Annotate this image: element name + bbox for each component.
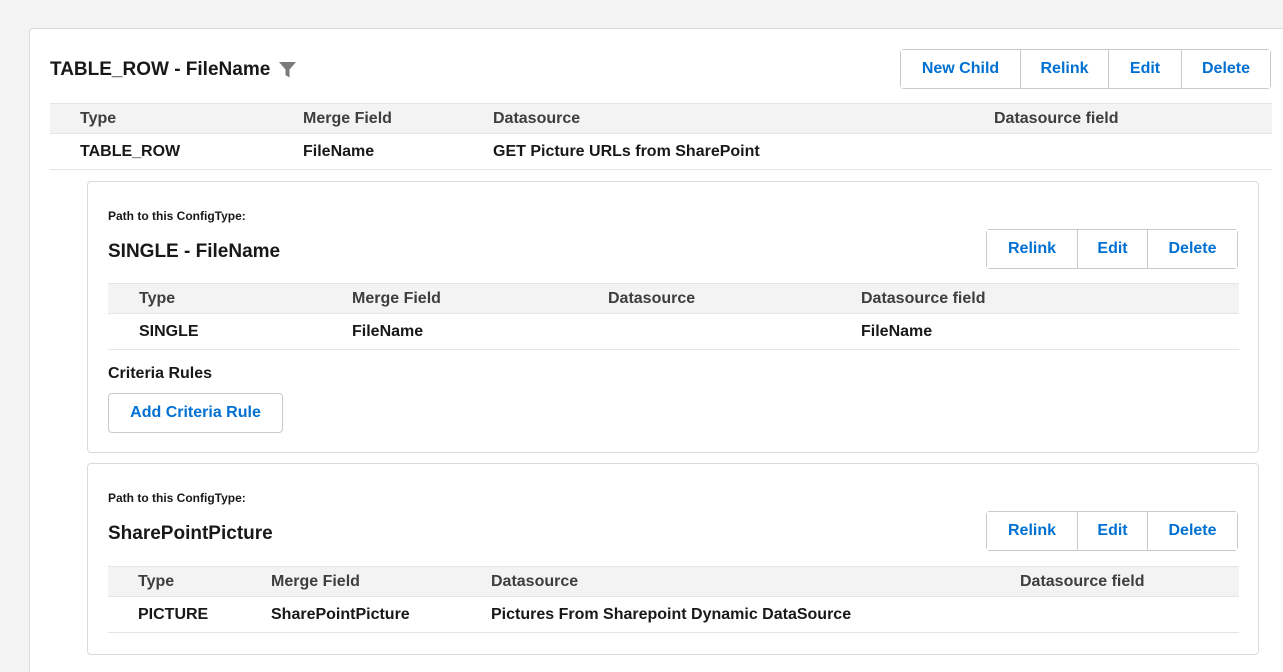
child-button-group: Relink Edit Delete — [986, 229, 1238, 269]
header-datasource: Datasource — [608, 289, 696, 307]
table-header: Type Merge Field Datasource Datasource f… — [108, 283, 1239, 314]
child-title: SINGLE - FileName — [108, 241, 281, 262]
page-title: TABLE_ROW - FileName — [50, 59, 271, 80]
cell-merge-field: FileName — [303, 142, 375, 160]
main-table: Type Merge Field Datasource Datasource f… — [50, 103, 1272, 170]
path-label: Path to this ConfigType: — [108, 209, 246, 223]
relink-button[interactable]: Relink — [1020, 50, 1108, 88]
cell-type: PICTURE — [138, 605, 209, 623]
child-card-sharepoint-picture: Path to this ConfigType: SharePointPictu… — [87, 463, 1259, 655]
new-child-button[interactable]: New Child — [901, 50, 1020, 88]
edit-button[interactable]: Edit — [1077, 230, 1147, 268]
table-header: Type Merge Field Datasource Datasource f… — [50, 103, 1272, 134]
header-datasource-field: Datasource field — [994, 109, 1119, 127]
header-type: Type — [138, 572, 175, 590]
table-row: PICTURE SharePointPicture Pictures From … — [108, 597, 1239, 633]
child-card-single: Path to this ConfigType: SINGLE - FileNa… — [87, 181, 1259, 453]
relink-button[interactable]: Relink — [987, 230, 1077, 268]
cell-datasource: GET Picture URLs from SharePoint — [493, 142, 760, 160]
table-header: Type Merge Field Datasource Datasource f… — [108, 566, 1239, 597]
header-merge-field: Merge Field — [352, 289, 441, 307]
criteria-rules-label: Criteria Rules — [108, 365, 213, 382]
config-type-card: TABLE_ROW - FileName New Child Relink Ed… — [29, 28, 1283, 672]
header-datasource: Datasource — [493, 109, 581, 127]
child-title: SharePointPicture — [108, 523, 273, 544]
add-criteria-rule-button[interactable]: Add Criteria Rule — [108, 393, 283, 433]
edit-button[interactable]: Edit — [1077, 512, 1147, 550]
child-button-group: Relink Edit Delete — [986, 511, 1238, 551]
header-type: Type — [139, 289, 176, 307]
cell-datasource: Pictures From Sharepoint Dynamic DataSou… — [491, 605, 852, 623]
cell-type: TABLE_ROW — [80, 142, 181, 160]
header-merge-field: Merge Field — [303, 109, 392, 127]
filter-funnel-icon[interactable] — [278, 61, 297, 79]
header-datasource-field: Datasource field — [861, 289, 986, 307]
delete-button[interactable]: Delete — [1181, 50, 1270, 88]
path-label: Path to this ConfigType: — [108, 491, 246, 505]
relink-button[interactable]: Relink — [987, 512, 1077, 550]
child-table: Type Merge Field Datasource Datasource f… — [108, 566, 1239, 633]
cell-merge-field: SharePointPicture — [271, 605, 410, 623]
table-row: SINGLE FileName FileName — [108, 314, 1239, 350]
cell-datasource-field: FileName — [861, 322, 933, 340]
header-datasource: Datasource — [491, 572, 579, 590]
header-datasource-field: Datasource field — [1020, 572, 1145, 590]
header-type: Type — [80, 109, 117, 127]
main-button-group: New Child Relink Edit Delete — [900, 49, 1271, 89]
edit-button[interactable]: Edit — [1108, 50, 1181, 88]
child-table: Type Merge Field Datasource Datasource f… — [108, 283, 1239, 350]
cell-merge-field: FileName — [352, 322, 424, 340]
title-row: TABLE_ROW - FileName — [50, 59, 297, 81]
delete-button[interactable]: Delete — [1147, 512, 1237, 550]
delete-button[interactable]: Delete — [1147, 230, 1237, 268]
header-merge-field: Merge Field — [271, 572, 360, 590]
table-row: TABLE_ROW FileName GET Picture URLs from… — [50, 134, 1272, 170]
cell-type: SINGLE — [139, 322, 199, 340]
